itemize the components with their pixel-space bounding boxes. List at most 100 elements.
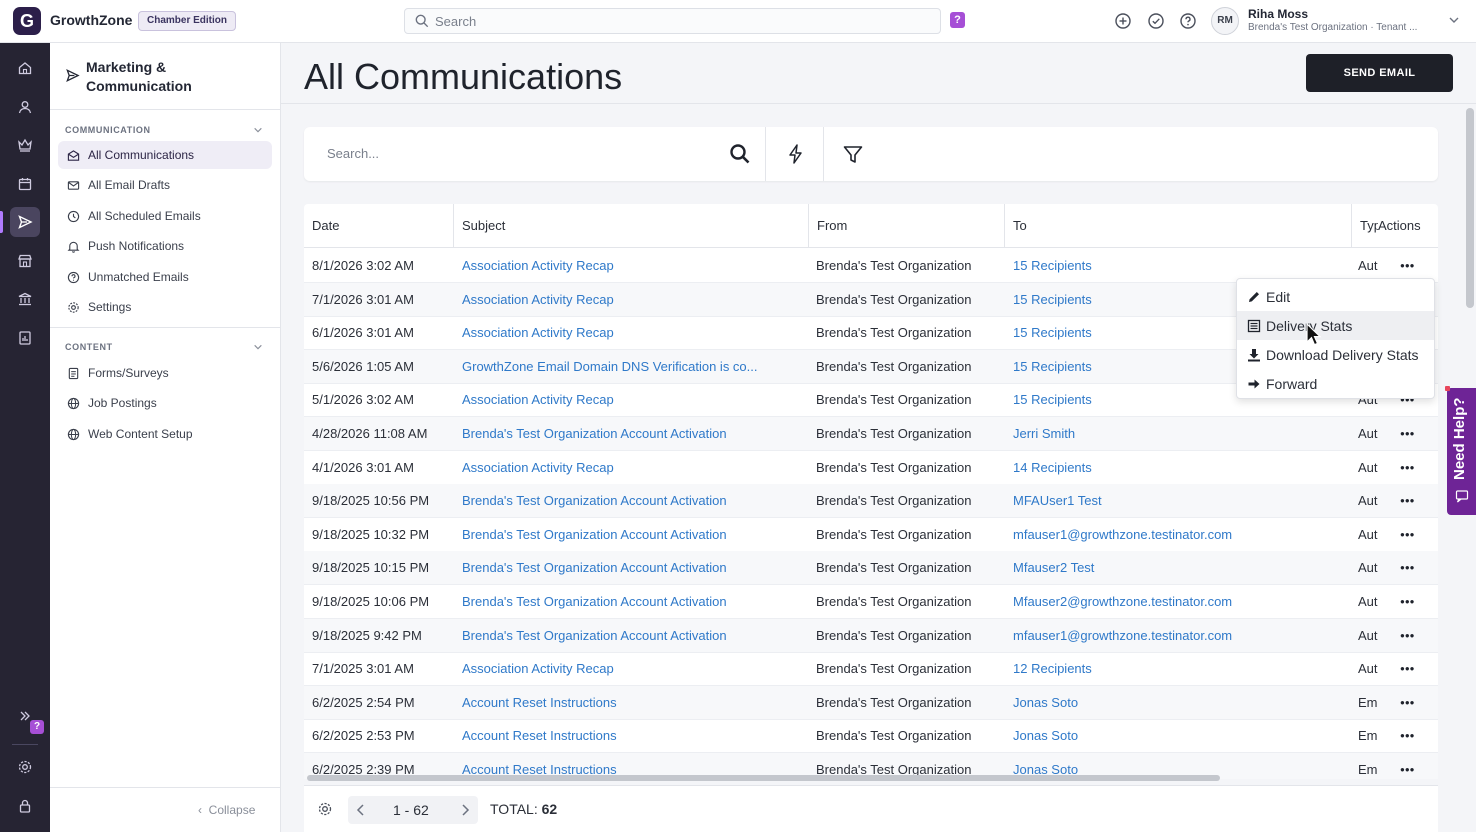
rail-store[interactable] xyxy=(10,246,40,276)
table-row[interactable]: 9/18/2025 10:15 PM Brenda's Test Organiza… xyxy=(304,551,1438,586)
rail-contacts[interactable] xyxy=(10,92,40,122)
sidebar-item-unmatched-emails[interactable]: Unmatched Emails xyxy=(58,263,272,291)
check-circle-icon[interactable] xyxy=(1147,12,1165,30)
search-divider xyxy=(765,127,766,181)
rail-lock[interactable] xyxy=(10,791,40,821)
menu-item-forward[interactable]: Forward xyxy=(1237,369,1434,398)
rail-help-badge[interactable]: ? xyxy=(30,720,44,734)
cell-subject-link[interactable]: Account Reset Instructions xyxy=(462,719,802,752)
collapse-button[interactable]: ‹ Collapse xyxy=(198,803,255,817)
sidebar-item-all-communications[interactable]: All Communications xyxy=(58,141,272,169)
rail-membership[interactable] xyxy=(10,130,40,160)
cell-to-link[interactable]: 12 Recipients xyxy=(1013,652,1343,685)
rail-reports[interactable] xyxy=(10,323,40,353)
row-actions-button[interactable]: ●●● xyxy=(1400,619,1415,652)
horizontal-scrollbar[interactable] xyxy=(307,775,1220,781)
rail-events[interactable] xyxy=(10,169,40,199)
sidebar-item-settings[interactable]: Settings xyxy=(58,293,272,321)
row-actions-button[interactable]: ●●● xyxy=(1400,417,1415,450)
cell-to-link[interactable]: Jerri Smith xyxy=(1013,417,1343,450)
cell-to-link[interactable]: mfauser1@growthzone.testinator.com xyxy=(1013,518,1343,551)
cell-subject-link[interactable]: Brenda's Test Organization Account Activ… xyxy=(462,484,802,517)
sidebar-item-push-notifications[interactable]: Push Notifications xyxy=(58,232,272,260)
cell-subject-link[interactable]: Association Activity Recap xyxy=(462,652,802,685)
growthzone-logo[interactable]: G xyxy=(13,7,41,35)
need-help-tab[interactable]: Need Help? xyxy=(1445,386,1476,515)
chevron-down-icon[interactable] xyxy=(253,125,263,135)
row-actions-button[interactable]: ●●● xyxy=(1400,585,1415,618)
cell-to-link[interactable]: MFAUser1 Test xyxy=(1013,484,1343,517)
table-row[interactable]: 9/18/2025 10:32 PM Brenda's Test Organiza… xyxy=(304,518,1438,552)
table-row[interactable]: 9/18/2025 10:56 PM Brenda's Test Organiza… xyxy=(304,484,1438,519)
menu-item-download-delivery-stats[interactable]: Download Delivery Stats xyxy=(1237,340,1434,369)
table-row[interactable]: 4/1/2026 3:01 AM Association Activity Rec… xyxy=(304,451,1438,485)
search-icon[interactable] xyxy=(729,143,751,165)
chevron-left-icon[interactable] xyxy=(354,803,368,817)
rail-marketing[interactable] xyxy=(0,207,40,237)
chevron-down-icon[interactable] xyxy=(1448,14,1460,26)
rail-home[interactable] xyxy=(10,53,40,83)
sidebar-item-all-scheduled-emails[interactable]: All Scheduled Emails xyxy=(58,202,272,230)
cell-subject-link[interactable]: Account Reset Instructions xyxy=(462,686,802,719)
cell-subject-link[interactable]: Association Activity Recap xyxy=(462,249,802,282)
cell-subject-link[interactable]: Association Activity Recap xyxy=(462,383,802,416)
sidebar-item-all-email-drafts[interactable]: All Email Drafts xyxy=(58,171,272,199)
row-actions-button[interactable]: ●●● xyxy=(1400,719,1415,752)
row-actions-button[interactable]: ●●● xyxy=(1400,551,1415,584)
table-row[interactable]: 6/2/2025 2:54 PM Account Reset Instructio… xyxy=(304,685,1438,720)
scrollbar-thumb[interactable] xyxy=(1466,108,1474,308)
column-type[interactable]: Typ xyxy=(1352,204,1378,248)
cell-to-link[interactable]: 14 Recipients xyxy=(1013,451,1343,484)
cell-subject-link[interactable]: Association Activity Recap xyxy=(462,283,802,316)
column-to[interactable]: To xyxy=(1005,204,1352,248)
add-circle-icon[interactable] xyxy=(1114,12,1132,30)
table-row[interactable]: 9/18/2025 9:42 PM Brenda's Test Organizat… xyxy=(304,618,1438,653)
row-actions-button[interactable]: ●●● xyxy=(1400,451,1415,484)
cell-subject-link[interactable]: GrowthZone Email Domain DNS Verification… xyxy=(462,350,802,383)
sidebar-item-web-content-setup[interactable]: Web Content Setup xyxy=(58,420,272,448)
column-subject[interactable]: Subject xyxy=(454,204,809,248)
column-from[interactable]: From xyxy=(809,204,1005,248)
rail-billing[interactable] xyxy=(10,284,40,314)
table-row[interactable]: 9/18/2025 10:06 PM Brenda's Test Organiza… xyxy=(304,585,1438,619)
row-actions-button[interactable]: ●●● xyxy=(1400,484,1415,517)
avatar[interactable]: RM xyxy=(1211,7,1239,35)
sidebar-item-job-postings[interactable]: Job Postings xyxy=(58,389,272,417)
menu-item-edit[interactable]: Edit xyxy=(1237,282,1434,311)
cell-to-link[interactable]: Jonas Soto xyxy=(1013,686,1343,719)
rail-settings[interactable] xyxy=(10,752,40,782)
sidebar-item-forms-surveys[interactable]: Forms/Surveys xyxy=(58,359,272,387)
filter-icon[interactable] xyxy=(842,144,864,166)
cell-subject-link[interactable]: Association Activity Recap xyxy=(462,451,802,484)
chevron-down-icon[interactable] xyxy=(253,342,263,352)
cell-to-link[interactable]: Mfauser2 Test xyxy=(1013,551,1343,584)
cell-subject-link[interactable]: Brenda's Test Organization Account Activ… xyxy=(462,619,802,652)
gear-icon[interactable] xyxy=(317,801,333,817)
cell-subject-link[interactable]: Association Activity Recap xyxy=(462,316,802,349)
help-circle-icon[interactable] xyxy=(1179,12,1197,30)
lightning-icon[interactable] xyxy=(786,143,806,165)
help-badge[interactable]: ? xyxy=(950,12,965,28)
user-name[interactable]: Riha Moss xyxy=(1248,7,1308,21)
cell-subject-link[interactable]: Brenda's Test Organization Account Activ… xyxy=(462,551,802,584)
table-row[interactable]: 4/28/2026 11:08 AM Brenda's Test Organiza… xyxy=(304,417,1438,451)
communications-search-input[interactable]: Search... xyxy=(327,146,379,161)
row-actions-button[interactable]: ●●● xyxy=(1400,652,1415,685)
table-row[interactable]: 6/2/2025 2:53 PM Account Reset Instructio… xyxy=(304,719,1438,754)
global-search-input[interactable]: Search xyxy=(404,8,941,34)
table-row[interactable]: 7/1/2025 3:01 AM Association Activity Rec… xyxy=(304,652,1438,687)
cell-to-link[interactable]: mfauser1@growthzone.testinator.com xyxy=(1013,619,1343,652)
cell-subject-link[interactable]: Brenda's Test Organization Account Activ… xyxy=(462,417,802,450)
menu-item-delivery-stats[interactable]: Delivery Stats xyxy=(1237,311,1434,340)
row-actions-button[interactable]: ●●● xyxy=(1400,686,1415,719)
cell-subject-link[interactable]: Brenda's Test Organization Account Activ… xyxy=(462,585,802,618)
cell-to-link[interactable]: Jonas Soto xyxy=(1013,719,1343,752)
send-email-button[interactable]: SEND EMAIL xyxy=(1306,54,1453,92)
download-icon xyxy=(1248,348,1260,361)
row-actions-button[interactable]: ●●● xyxy=(1400,518,1415,551)
chevron-right-icon[interactable] xyxy=(458,803,472,817)
cell-to-link[interactable]: Mfauser2@growthzone.testinator.com xyxy=(1013,585,1343,618)
row-actions-button[interactable]: ●●● xyxy=(1400,753,1415,779)
cell-subject-link[interactable]: Brenda's Test Organization Account Activ… xyxy=(462,518,802,551)
column-date[interactable]: Date xyxy=(304,204,454,248)
